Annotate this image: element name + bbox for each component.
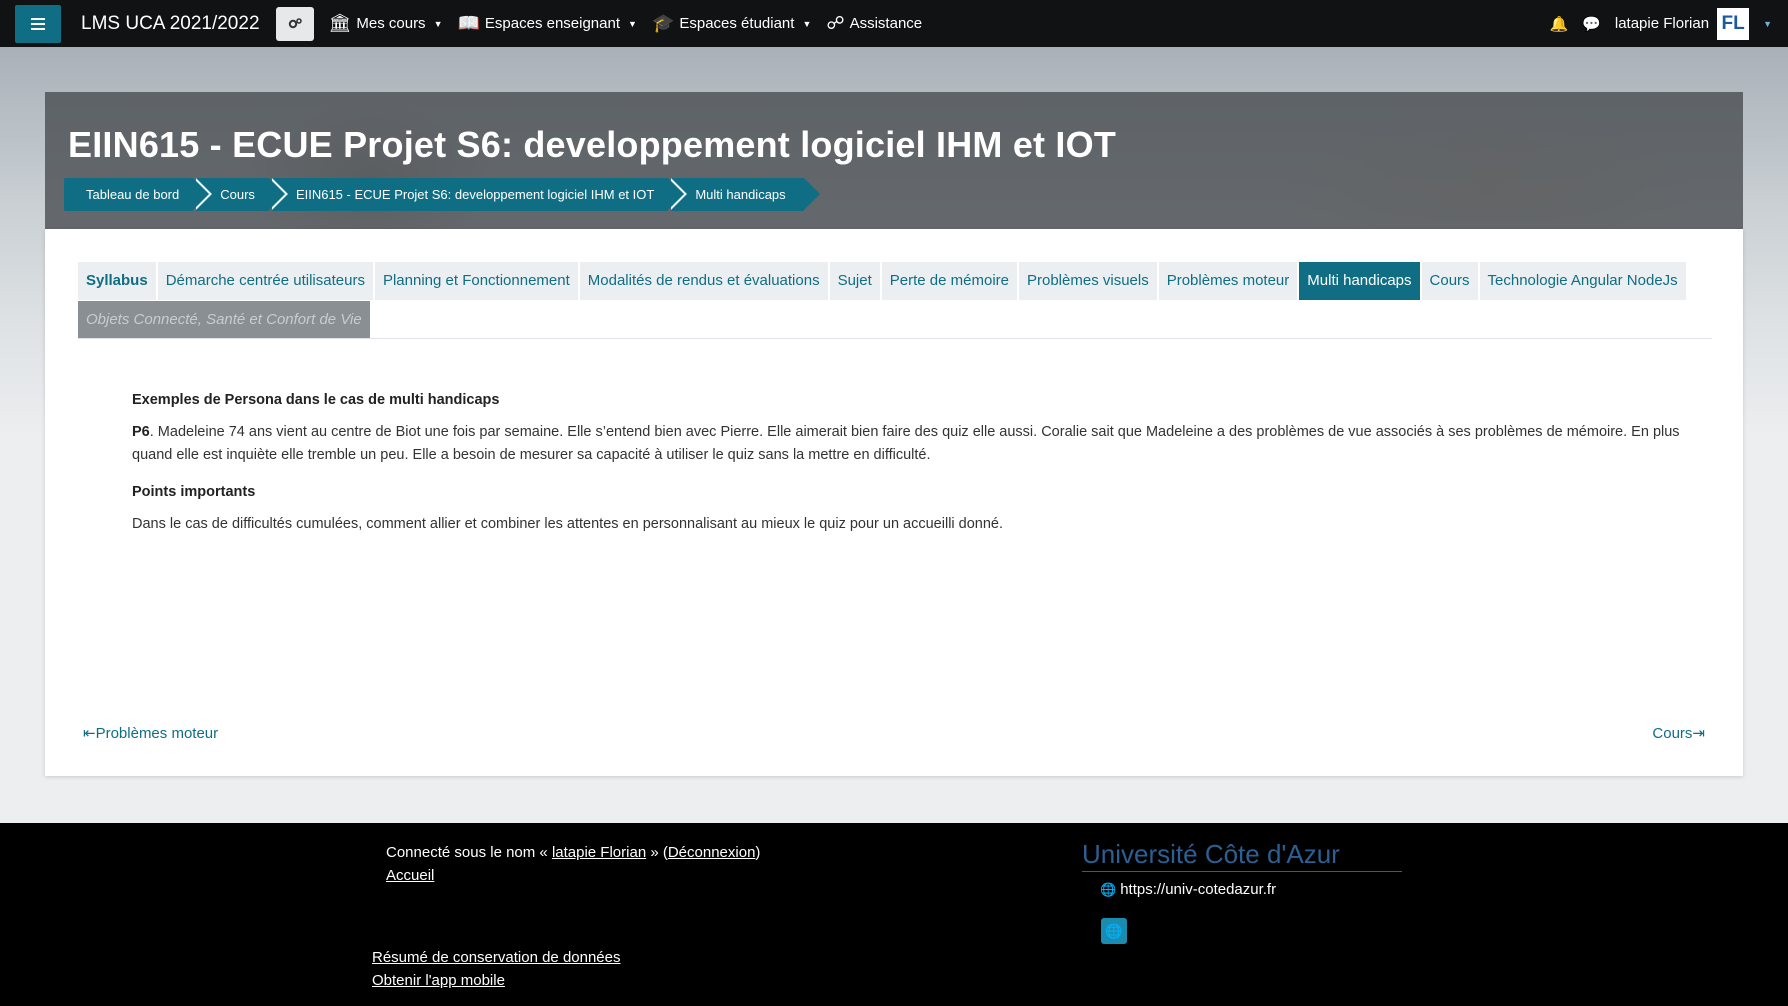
nav-assistance[interactable]: ☍ Assistance bbox=[826, 13, 922, 34]
top-navbar: LMS UCA 2021/2022 🏛 Mes cours ▼ 📖 Espace… bbox=[0, 0, 1788, 47]
profile-link[interactable]: latapie Florian bbox=[552, 844, 646, 861]
site-brand[interactable]: LMS UCA 2021/2022 bbox=[81, 13, 260, 35]
login-mid: » ( bbox=[650, 844, 668, 861]
breadcrumb-item-course[interactable]: EIIN615 - ECUE Projet S6: developpement … bbox=[271, 178, 688, 211]
tab-objets-connectes: Objets Connecté, Santé et Confort de Vie bbox=[78, 301, 370, 339]
page-title: EIIN615 - ECUE Projet S6: developpement … bbox=[68, 124, 1117, 165]
nav-mes-cours-label: Mes cours bbox=[356, 15, 426, 32]
nav-espaces-enseignant-label: Espaces enseignant bbox=[484, 15, 621, 32]
user-area: 🔔 💬 latapie Florian FL ▼ bbox=[1549, 0, 1788, 47]
graduation-cap-icon: 🎓 bbox=[651, 13, 675, 33]
persona-label: P6 bbox=[132, 424, 150, 440]
tab-modalites[interactable]: Modalités de rendus et évaluations bbox=[579, 262, 828, 300]
nav-espaces-enseignant[interactable]: 📖 Espaces enseignant ▼ bbox=[457, 13, 636, 34]
avatar[interactable]: FL bbox=[1717, 7, 1750, 40]
user-name[interactable]: latapie Florian bbox=[1615, 15, 1709, 32]
footer-links: Résumé de conservation de données Obteni… bbox=[372, 946, 621, 992]
chat-icon[interactable]: 💬 bbox=[1582, 15, 1601, 33]
tab-perte-memoire[interactable]: Perte de mémoire bbox=[881, 262, 1017, 300]
previous-section-label: Problèmes moteur bbox=[95, 725, 219, 742]
nav-espaces-etudiant-label: Espaces étudiant bbox=[679, 15, 795, 32]
home-link[interactable]: Accueil bbox=[386, 867, 434, 884]
nav-assistance-label: Assistance bbox=[849, 15, 923, 32]
nav-espaces-etudiant[interactable]: 🎓 Espaces étudiant ▼ bbox=[652, 13, 811, 34]
tab-multi-handicaps[interactable]: Multi handicaps bbox=[1299, 262, 1420, 300]
tab-problemes-moteur[interactable]: Problèmes moteur bbox=[1158, 262, 1298, 300]
arrow-right-icon: ⇥ bbox=[1692, 725, 1705, 742]
globe-icon: 🌐 bbox=[1100, 881, 1117, 897]
tab-angular-nodejs[interactable]: Technologie Angular NodeJs bbox=[1479, 262, 1686, 300]
tab-sujet[interactable]: Sujet bbox=[829, 262, 880, 300]
mobile-app-link[interactable]: Obtenir l'app mobile bbox=[372, 972, 505, 989]
main-content-card: Syllabus Démarche centrée utilisateurs P… bbox=[45, 229, 1743, 776]
hamburger-icon bbox=[31, 22, 45, 25]
logout-link[interactable]: Déconnexion bbox=[668, 844, 756, 861]
breadcrumb-item-current[interactable]: Multi handicaps bbox=[671, 178, 821, 211]
caret-down-icon[interactable]: ▼ bbox=[1763, 19, 1772, 29]
caret-down-icon: ▼ bbox=[433, 18, 443, 29]
next-section-link[interactable]: Cours⇥ bbox=[1652, 724, 1705, 742]
menu-toggle-button[interactable] bbox=[15, 4, 61, 43]
login-info: Connecté sous le nom « latapie Florian »… bbox=[386, 841, 760, 887]
nav-mes-cours[interactable]: 🏛 Mes cours ▼ bbox=[329, 13, 443, 34]
admin-settings-button[interactable] bbox=[275, 6, 314, 41]
data-retention-link[interactable]: Résumé de conservation de données bbox=[372, 949, 621, 966]
persona-paragraph: P6. Madeleine 74 ans vient au centre de … bbox=[132, 421, 1692, 467]
book-icon: 📖 bbox=[457, 13, 480, 33]
bell-icon[interactable]: 🔔 bbox=[1549, 15, 1568, 33]
university-name: Université Côte d'Azur bbox=[1082, 839, 1402, 872]
university-url[interactable]: 🌐 https://univ-cotedazur.fr bbox=[1100, 881, 1276, 898]
points-text: Dans le cas de difficultés cumulées, com… bbox=[132, 516, 1004, 532]
caret-down-icon: ▼ bbox=[628, 18, 637, 29]
previous-section-link[interactable]: ⇤Problèmes moteur bbox=[83, 724, 218, 742]
content-heading: Exemples de Persona dans le cas de multi… bbox=[132, 392, 500, 408]
breadcrumb-item-dashboard[interactable]: Tableau de bord bbox=[64, 178, 213, 211]
gears-icon bbox=[288, 17, 302, 28]
tabs-divider bbox=[78, 338, 1712, 339]
university-url-text: https://univ-cotedazur.fr bbox=[1120, 881, 1277, 898]
arrow-left-icon: ⇤ bbox=[83, 725, 96, 742]
tab-planning[interactable]: Planning et Fonctionnement bbox=[374, 262, 578, 300]
section-tabs: Syllabus Démarche centrée utilisateurs P… bbox=[78, 262, 1712, 340]
lifebuoy-icon: ☍ bbox=[826, 13, 845, 33]
breadcrumb: Tableau de bord Cours EIIN615 - ECUE Pro… bbox=[64, 178, 821, 211]
login-suffix: ) bbox=[755, 844, 761, 861]
tab-cours[interactable]: Cours bbox=[1421, 262, 1478, 300]
globe-icon[interactable]: 🌐 bbox=[1101, 918, 1127, 944]
page-footer: Connecté sous le nom « latapie Florian »… bbox=[0, 823, 1788, 1006]
tab-problemes-visuels[interactable]: Problèmes visuels bbox=[1019, 262, 1157, 300]
persona-text: . Madeleine 74 ans vient au centre de Bi… bbox=[132, 424, 1680, 463]
section-content: Exemples de Persona dans le cas de multi… bbox=[132, 389, 1692, 550]
bank-icon: 🏛 bbox=[328, 13, 352, 33]
tab-syllabus[interactable]: Syllabus bbox=[78, 262, 156, 300]
login-prefix: Connecté sous le nom « bbox=[386, 844, 548, 861]
points-heading: Points importants bbox=[132, 484, 256, 500]
next-section-label: Cours bbox=[1652, 725, 1693, 742]
tab-demarche[interactable]: Démarche centrée utilisateurs bbox=[157, 262, 373, 300]
caret-down-icon: ▼ bbox=[802, 18, 812, 29]
